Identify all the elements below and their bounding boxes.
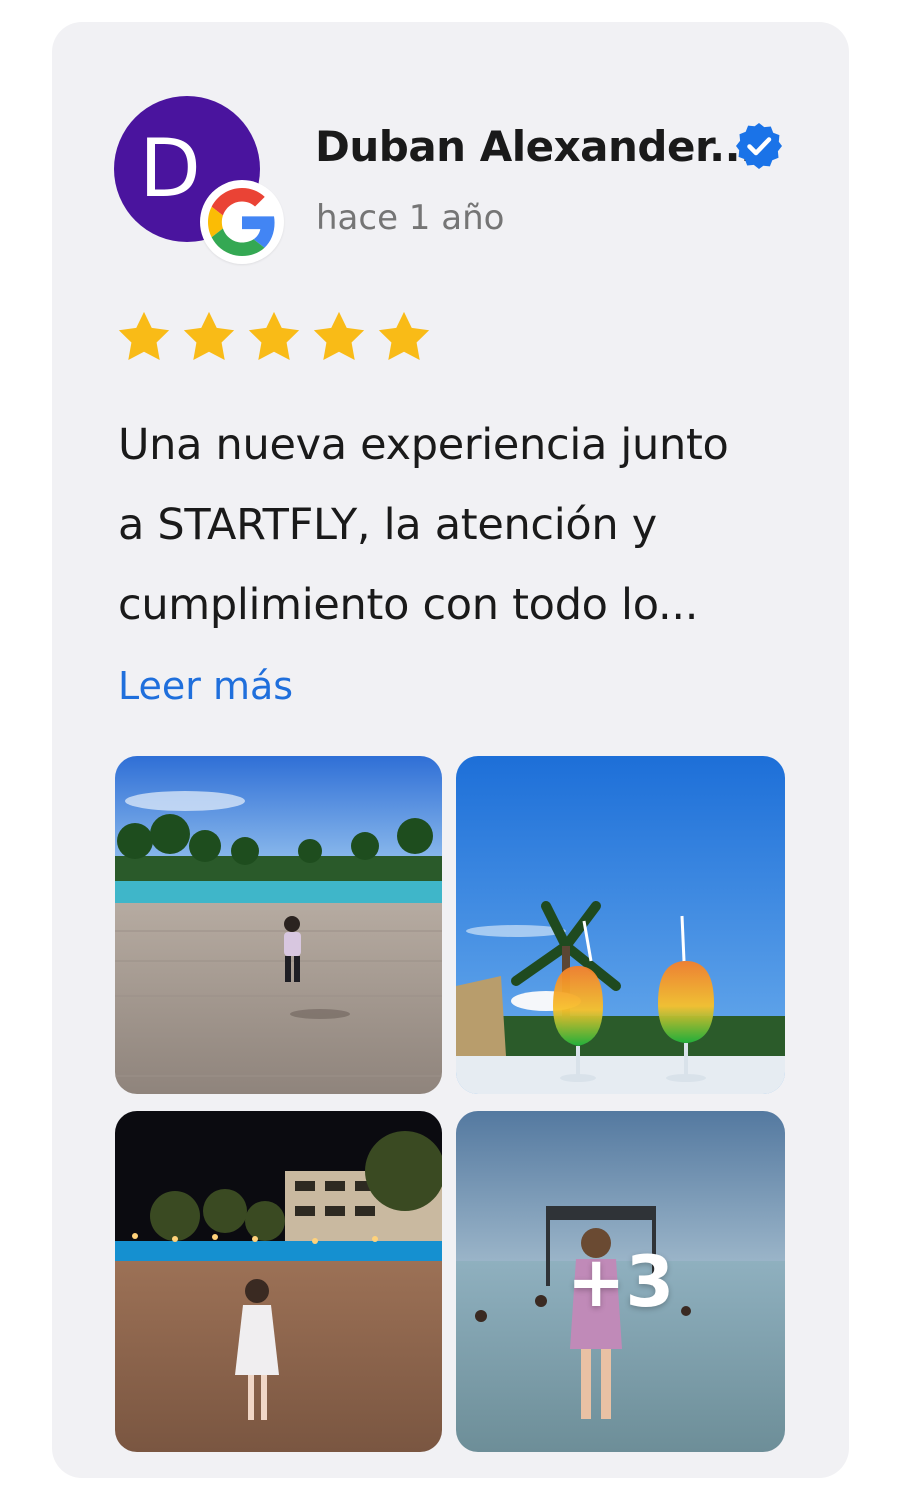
review-text-line: Una nueva experiencia junto (118, 420, 729, 470)
star-icon (183, 311, 235, 360)
review-photo-3[interactable] (115, 1111, 442, 1452)
read-more-link[interactable]: Leer más (118, 664, 293, 708)
star-icon (118, 311, 170, 360)
review-text-line: a STARTFLY, la atención y (118, 500, 657, 550)
avatar-letter: D (139, 122, 201, 215)
review-photo-4[interactable]: +3 (456, 1111, 785, 1452)
review-time: hace 1 año (316, 198, 505, 238)
review-text-line: cumplimiento con todo lo... (118, 580, 699, 630)
star-icon (248, 311, 300, 360)
verified-check-icon (734, 121, 784, 171)
star-icon (378, 311, 430, 360)
review-photo-2[interactable] (456, 756, 785, 1094)
page: D Duban Alexander... hace 1 año Una nuev… (0, 0, 900, 1500)
author-name[interactable]: Duban Alexander... (315, 122, 756, 171)
star-rating (115, 308, 440, 366)
review-text: Una nueva experiencia junto a STARTFLY, … (118, 405, 808, 645)
star-icon (313, 311, 365, 360)
more-photos-count: +3 (566, 1240, 675, 1323)
google-icon (200, 180, 284, 264)
review-photo-1[interactable] (115, 756, 442, 1094)
